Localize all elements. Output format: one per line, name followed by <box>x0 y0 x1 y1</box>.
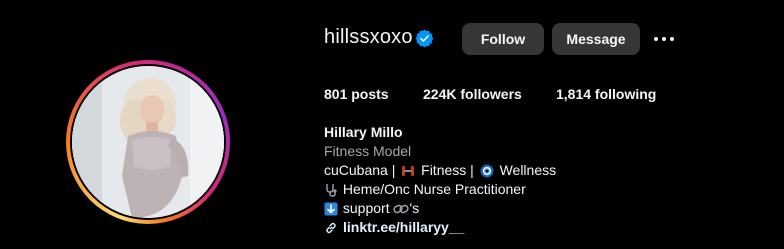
follow-button[interactable]: Follow <box>462 23 544 55</box>
dot <box>654 37 658 41</box>
bio-link[interactable]: linktr.ee/hillaryy__ <box>343 218 464 237</box>
bio-text: Fitness | <box>417 162 478 178</box>
message-button[interactable]: Message <box>552 23 640 55</box>
dumbbell-icon <box>402 165 415 176</box>
following-count[interactable]: 1,814 following <box>556 86 656 102</box>
avatar-photo <box>72 66 224 218</box>
bio-text: support <box>339 200 394 216</box>
posts-count: 801 posts <box>324 86 389 102</box>
bio-line-2: Heme/Onc Nurse Practitioner <box>324 180 556 199</box>
bio-text: Wellness <box>495 162 557 178</box>
stethoscope-icon <box>326 183 337 197</box>
bio: Hillary Millo Fitness Model cuCubana | F… <box>324 123 556 237</box>
more-options-icon[interactable] <box>652 29 676 49</box>
username: hillssxoxo <box>324 26 413 48</box>
dot <box>670 37 674 41</box>
link-emoji-icon <box>393 204 410 213</box>
category-label: Fitness Model <box>324 143 412 159</box>
bio-text: cuCubana | <box>324 162 400 178</box>
down-arrow-icon <box>324 202 338 215</box>
link-icon <box>326 222 336 233</box>
avatar[interactable] <box>72 66 224 218</box>
bio-text: 's <box>409 200 420 216</box>
display-name: Hillary Millo <box>324 124 403 140</box>
profile-avatar-ring[interactable] <box>66 60 230 224</box>
bio-text: Heme/Onc Nurse Practitioner <box>339 181 526 197</box>
bio-link-row[interactable]: linktr.ee/hillaryy__ <box>324 218 556 237</box>
followers-count[interactable]: 224K followers <box>423 86 522 102</box>
bio-line-1: cuCubana | Fitness | Wellness <box>324 161 556 180</box>
dot <box>662 37 666 41</box>
verified-badge-icon <box>415 29 434 48</box>
bio-line-3: support 's <box>324 199 556 218</box>
nazar-icon <box>480 164 494 177</box>
